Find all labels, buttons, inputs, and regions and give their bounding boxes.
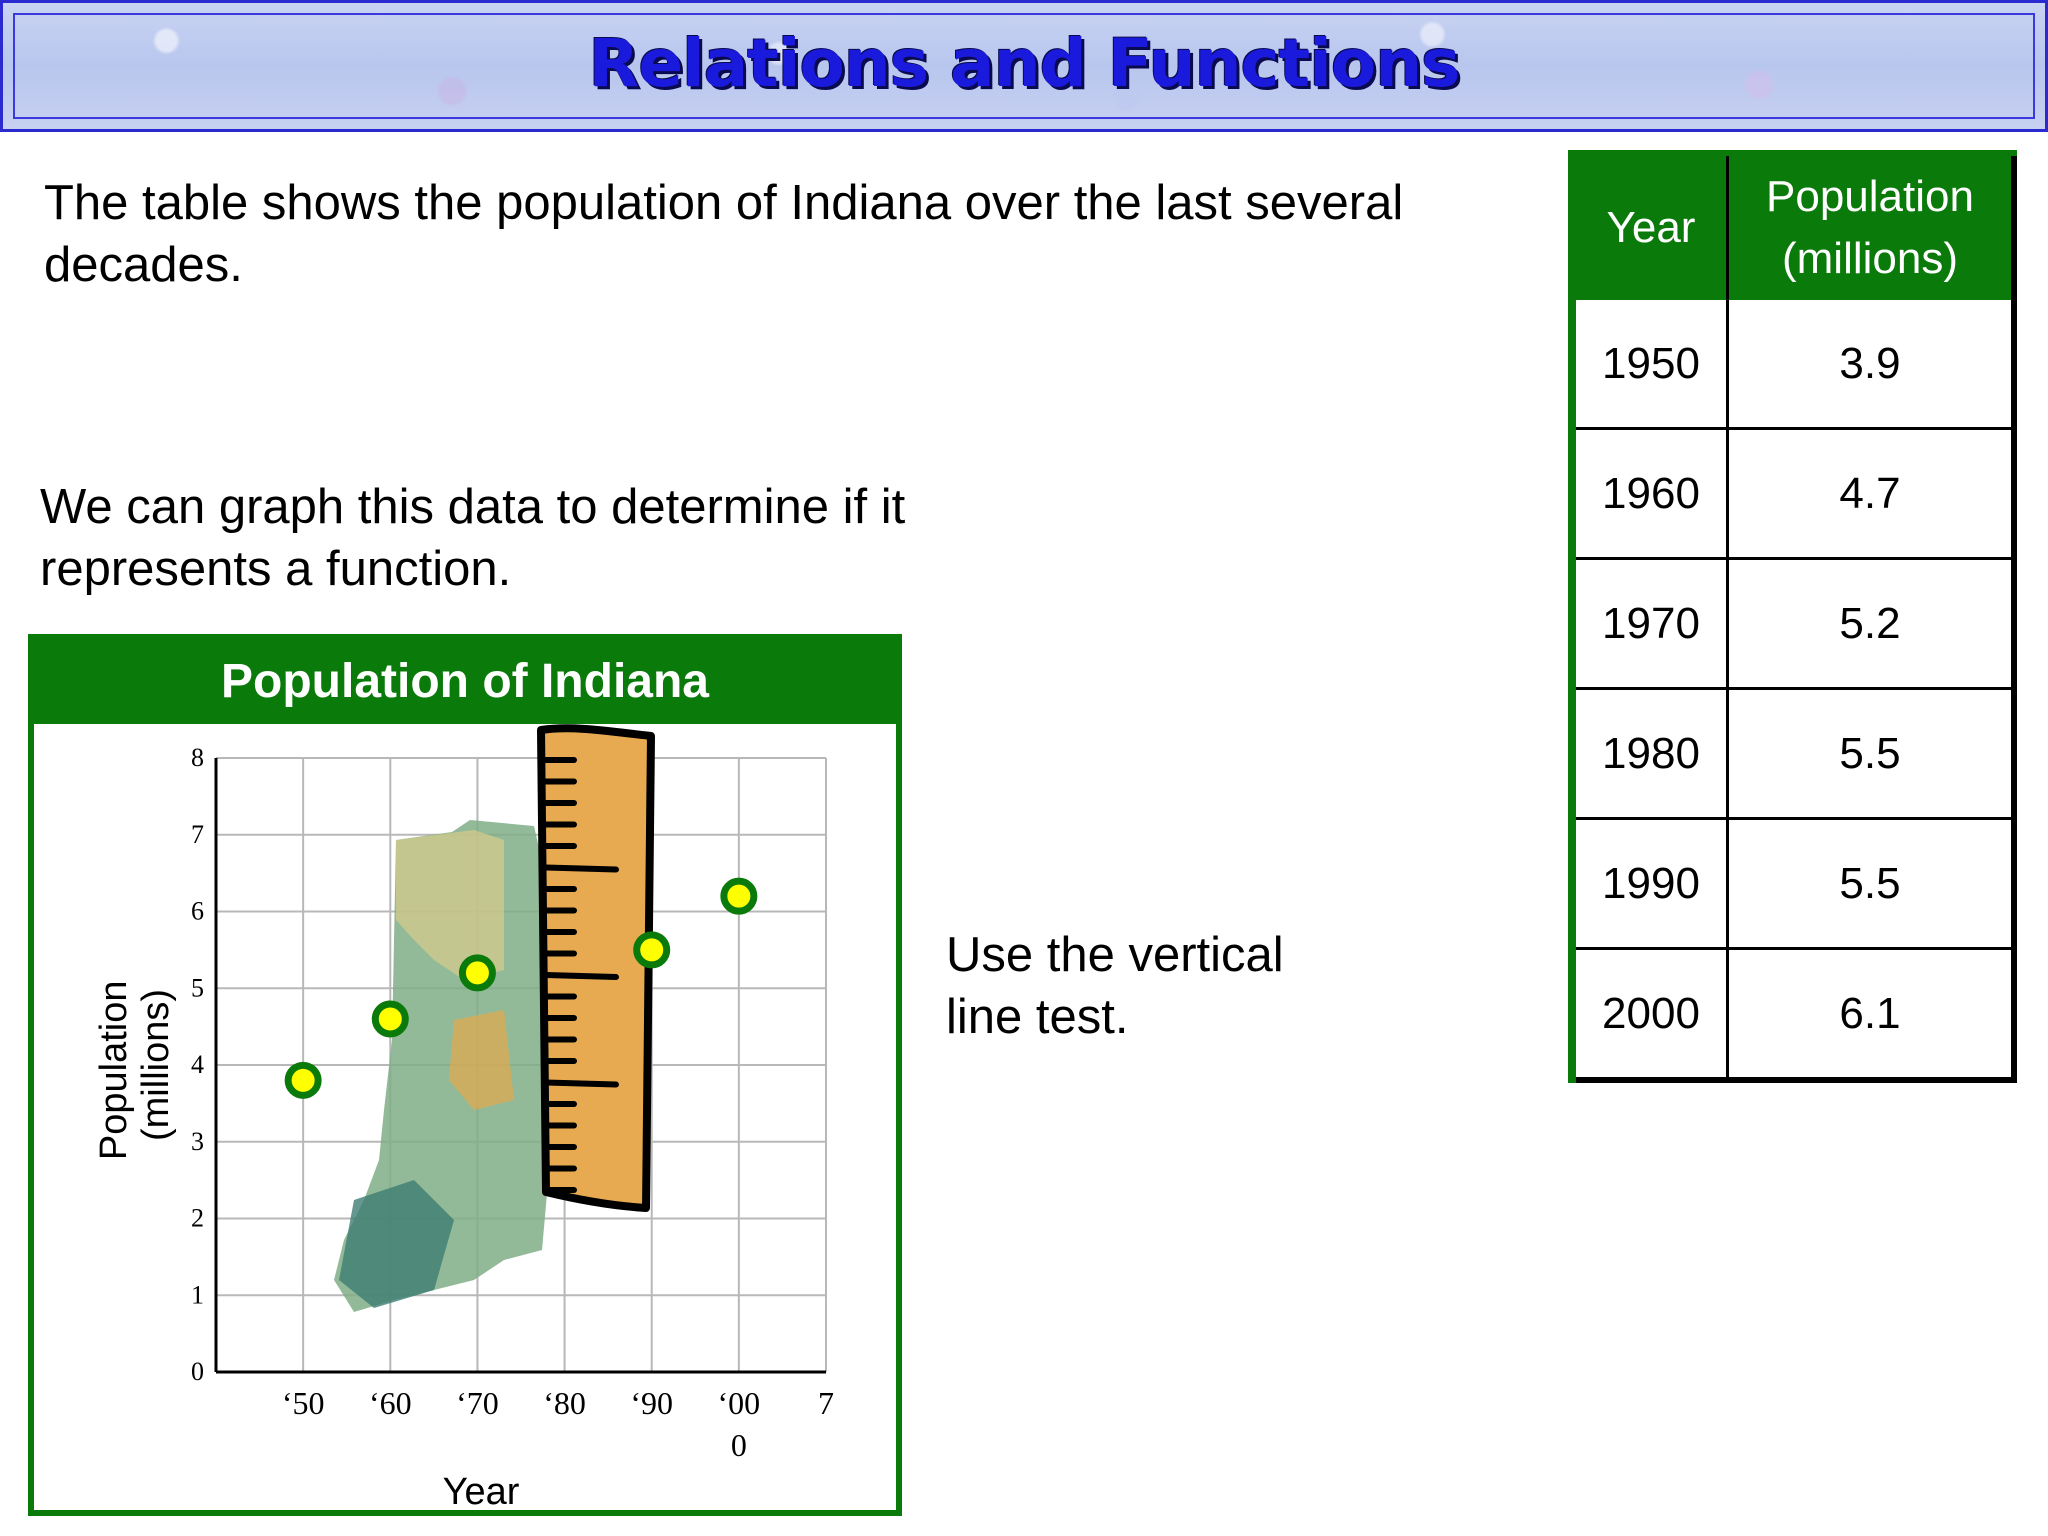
cell-population: 3.9 bbox=[1727, 300, 2014, 430]
table-row: 1960 4.7 bbox=[1572, 428, 2014, 560]
population-table: Year Population (millions) 1950 3.9 1960… bbox=[1568, 150, 2017, 1083]
graph-instruction-text: We can graph this data to determine if i… bbox=[40, 480, 906, 596]
x-tick-label: ‘70 bbox=[456, 1385, 499, 1421]
cell-year: 1960 bbox=[1572, 428, 1729, 560]
cell-year: 1970 bbox=[1572, 558, 1729, 690]
ruler-image bbox=[537, 724, 655, 1212]
slide-title: Relations and Functions bbox=[588, 25, 1461, 102]
y-tick-label: 7 bbox=[191, 820, 204, 849]
x-tick-label: 7 bbox=[818, 1385, 834, 1421]
cell-year: 1980 bbox=[1572, 688, 1729, 820]
y-tick-label: 6 bbox=[191, 897, 204, 926]
ruler-tick bbox=[543, 1079, 619, 1088]
x-axis-label: Year bbox=[443, 1471, 520, 1510]
cell-year: 1990 bbox=[1572, 818, 1729, 950]
table-row: 1980 5.5 bbox=[1572, 688, 2014, 820]
ruler-tick bbox=[543, 972, 619, 980]
vertical-line-test-text: Use the vertical line test. bbox=[946, 928, 1284, 1044]
data-point bbox=[633, 931, 671, 969]
data-point bbox=[371, 1000, 409, 1038]
cell-year: 1950 bbox=[1572, 300, 1729, 430]
data-point bbox=[284, 1061, 322, 1099]
table-row: 1990 5.5 bbox=[1572, 818, 2014, 950]
x-tick-label: ‘00 bbox=[718, 1385, 761, 1421]
x-tick-label: ‘90 bbox=[630, 1385, 673, 1421]
table-row: 1950 3.9 bbox=[1572, 300, 2014, 430]
data-point bbox=[720, 877, 758, 915]
chart-panel: Population of Indiana 0 1 2 3 4 5 6 7 8 ‘50 ‘60 ‘70… bbox=[28, 634, 902, 1516]
y-tick-label: 2 bbox=[191, 1204, 204, 1233]
y-axis-label-line1: Population bbox=[93, 980, 135, 1160]
y-tick-label: 8 bbox=[191, 743, 204, 772]
cell-population: 6.1 bbox=[1727, 948, 2014, 1082]
table-row: 1970 5.2 bbox=[1572, 558, 2014, 690]
ruler-tick bbox=[543, 864, 619, 873]
cell-year: 2000 bbox=[1572, 948, 1729, 1082]
table-header-row: Year Population (millions) bbox=[1572, 150, 2014, 300]
y-axis-label: Population (millions) bbox=[93, 970, 177, 1160]
x-tick-label: ‘60 bbox=[369, 1385, 412, 1421]
data-point bbox=[458, 954, 496, 992]
intro-text: The table shows the population of Indian… bbox=[44, 176, 1404, 292]
title-banner: Relations and Functions bbox=[0, 0, 2048, 132]
cell-population: 5.5 bbox=[1727, 818, 2014, 950]
x-tick-label: ‘50 bbox=[282, 1385, 325, 1421]
y-tick-label: 4 bbox=[191, 1050, 204, 1079]
population-chart: 0 1 2 3 4 5 6 7 8 ‘50 ‘60 ‘70 ‘80 ‘90 ‘00 0 7 Year Popul… bbox=[93, 724, 834, 1510]
cell-population: 5.2 bbox=[1727, 558, 2014, 690]
cell-population: 4.7 bbox=[1727, 428, 2014, 560]
y-axis-label-line2: (millions) bbox=[135, 989, 177, 1141]
header-year: Year bbox=[1572, 150, 1729, 300]
y-tick-label: 0 bbox=[191, 1357, 204, 1386]
y-tick-label: 3 bbox=[191, 1127, 204, 1156]
y-tick-label: 5 bbox=[191, 973, 204, 1002]
cell-population: 5.5 bbox=[1727, 688, 2014, 820]
header-population-line2: (millions) bbox=[1782, 234, 1958, 283]
table-row: 2000 6.1 bbox=[1572, 948, 2014, 1082]
y-tick-label: 1 bbox=[191, 1280, 204, 1309]
header-population: Population (millions) bbox=[1727, 150, 2014, 300]
x-tick-label: ‘80 bbox=[543, 1385, 586, 1421]
x-tick-sublabel: 0 bbox=[731, 1427, 747, 1463]
header-population-line1: Population bbox=[1766, 172, 1974, 221]
